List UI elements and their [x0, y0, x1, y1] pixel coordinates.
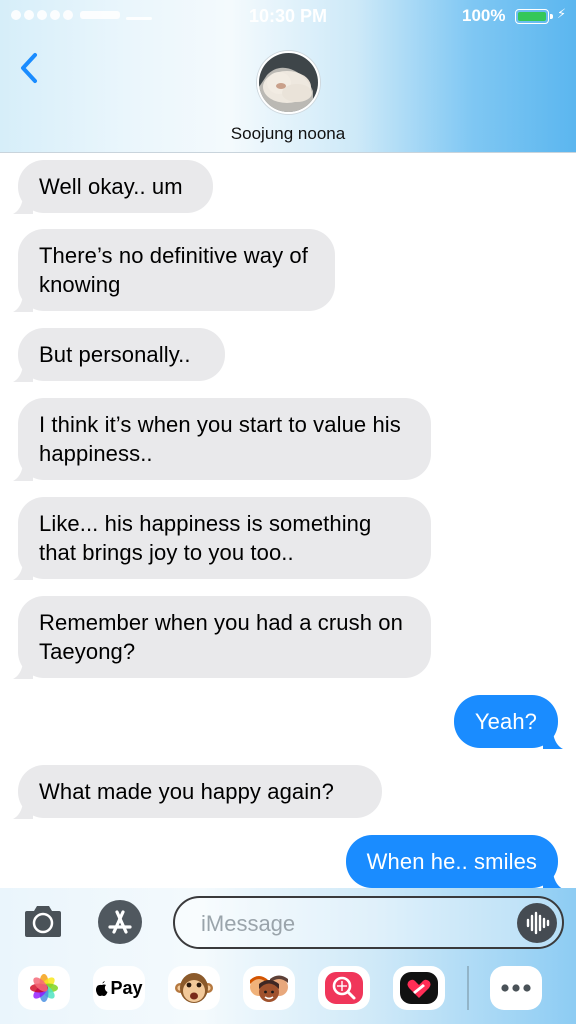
outgoing-message-bubble[interactable]: Yeah? — [453, 695, 563, 749]
incoming-message-bubble[interactable]: What made you happy again? — [13, 765, 382, 819]
incoming-message-bubble[interactable]: I think it’s when you start to value his… — [13, 398, 431, 481]
charging-bolt-icon: ⚡ — [557, 6, 567, 21]
apple-logo-icon — [96, 980, 108, 996]
conversation-header: 10:30 PM 100% ⚡ Soojung noona — [0, 0, 576, 153]
incoming-message-bubble[interactable]: Like... his happiness is something that … — [13, 497, 431, 580]
app-store-button[interactable] — [97, 899, 145, 945]
message-list[interactable]: Well okay.. um There’s no definitive way… — [0, 154, 576, 888]
contact-avatar[interactable] — [257, 51, 320, 114]
battery-percent: 100% — [462, 6, 506, 25]
tray-digital-touch-app[interactable] — [393, 966, 445, 1010]
tray-search-app[interactable] — [318, 966, 370, 1010]
tray-animoji-app[interactable] — [168, 966, 220, 1010]
message-text: Well okay.. um — [39, 174, 183, 199]
chevron-left-icon — [21, 53, 37, 83]
bubble-tail — [13, 459, 33, 481]
battery-icon — [515, 9, 553, 24]
incoming-message-bubble[interactable]: There’s no definitive way of knowing — [13, 229, 335, 312]
contact-name[interactable]: Soojung noona — [0, 124, 576, 144]
message-text: But personally.. — [39, 342, 191, 367]
incoming-message-bubble[interactable]: Well okay.. um — [13, 160, 213, 214]
bubble-tail — [13, 192, 33, 214]
bubble-tail — [13, 558, 33, 580]
photos-icon — [30, 974, 58, 1002]
bubble-tail — [13, 290, 33, 312]
digital-touch-heart-icon — [400, 972, 438, 1004]
camera-button[interactable] — [22, 904, 64, 940]
imessage-input[interactable]: iMessage — [173, 896, 564, 949]
bubble-tail — [543, 867, 562, 888]
imessage-placeholder: iMessage — [201, 911, 296, 936]
waveform-icon — [526, 911, 550, 935]
message-text: There’s no definitive way of knowing — [39, 243, 308, 297]
bubble-tail — [13, 360, 33, 382]
tray-apple-pay-app[interactable]: Pay — [93, 966, 145, 1010]
search-web-icon — [325, 972, 363, 1004]
incoming-message-bubble[interactable]: Remember when you had a crush on Taeyong… — [13, 596, 431, 679]
tray-memoji-app[interactable] — [243, 966, 295, 1010]
back-button[interactable] — [14, 48, 46, 88]
outgoing-message-bubble[interactable]: When he.. smiles — [345, 835, 562, 888]
avatar-photo-icon — [259, 53, 318, 112]
tray-photos-app[interactable] — [18, 966, 70, 1010]
tray-divider — [467, 966, 469, 1010]
more-dots-icon — [501, 984, 531, 992]
incoming-message-bubble[interactable]: But personally.. — [13, 328, 225, 382]
message-text: What made you happy again? — [39, 779, 334, 804]
camera-icon — [25, 906, 61, 937]
memoji-faces-icon — [250, 975, 288, 1002]
app-store-icon — [98, 900, 142, 944]
bubble-tail — [13, 657, 33, 679]
message-text: Remember when you had a crush on Taeyong… — [39, 610, 403, 664]
message-text: I think it’s when you start to value his… — [39, 412, 401, 466]
bubble-tail — [13, 797, 33, 819]
apple-pay-label: Pay — [110, 977, 143, 998]
bubble-tail — [543, 727, 563, 749]
message-text: Yeah? — [474, 709, 537, 734]
tray-more-apps-button[interactable] — [490, 966, 542, 1010]
monkey-face-icon — [175, 973, 213, 1003]
message-text: When he.. smiles — [366, 849, 537, 874]
audio-message-button[interactable] — [517, 903, 557, 943]
message-text: Like... his happiness is something that … — [39, 511, 372, 565]
